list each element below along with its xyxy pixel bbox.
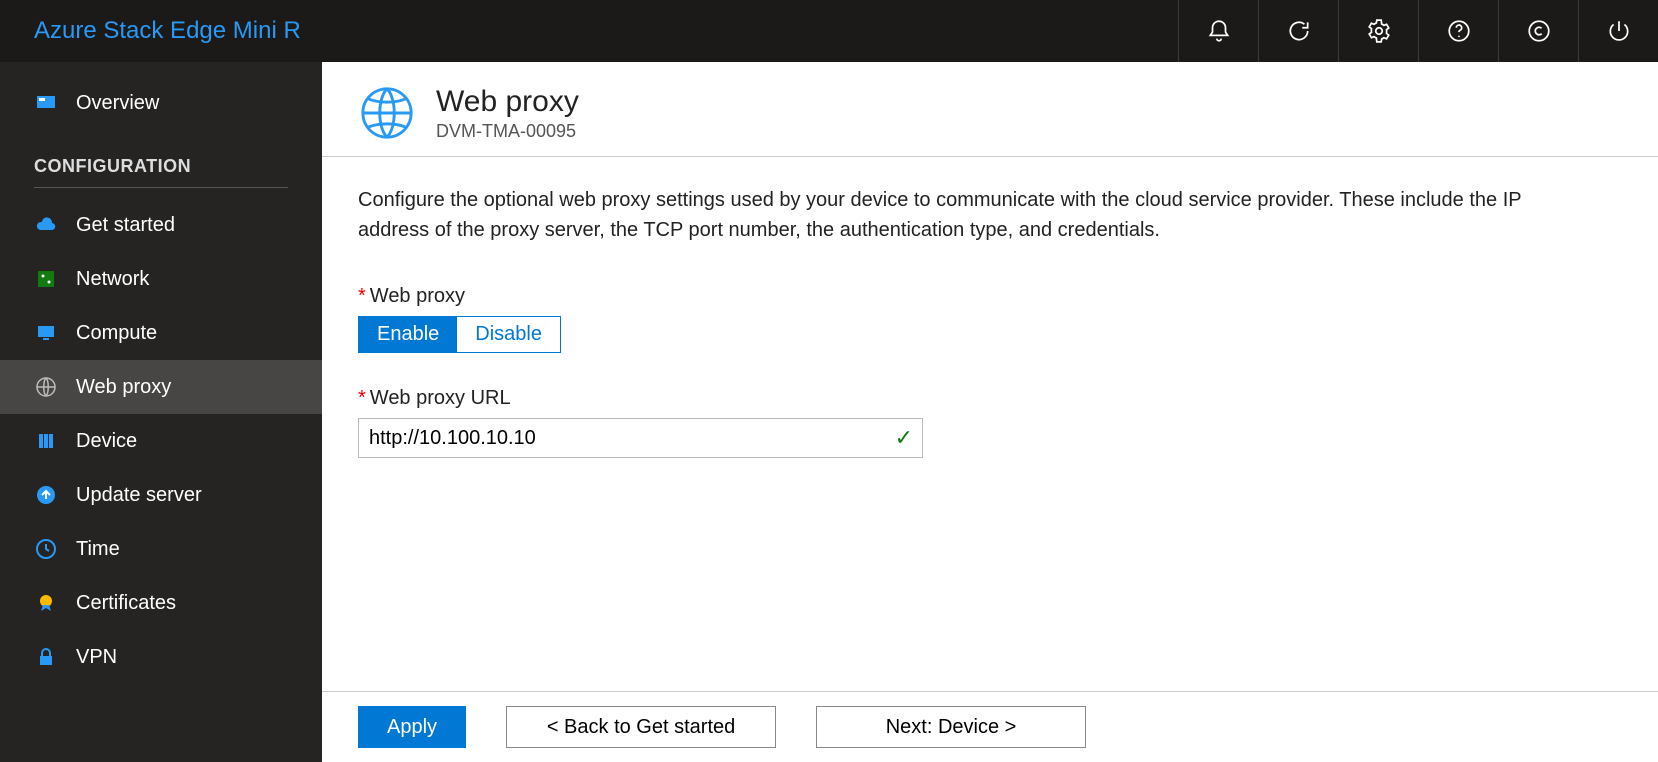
- compute-icon: [34, 321, 76, 345]
- sidebar-item-label: Get started: [76, 214, 175, 237]
- page-description: Configure the optional web proxy setting…: [358, 185, 1588, 245]
- sidebar-item-time[interactable]: Time: [0, 522, 322, 576]
- sidebar-item-web-proxy[interactable]: Web proxy: [0, 360, 322, 414]
- sidebar-item-label: Certificates: [76, 592, 176, 615]
- sidebar-item-label: Network: [76, 268, 149, 291]
- sidebar-divider: [34, 187, 288, 188]
- required-asterisk: *: [358, 285, 366, 307]
- cloud-icon: [34, 213, 76, 237]
- certificates-icon: [34, 591, 76, 615]
- sidebar-item-label: Compute: [76, 322, 157, 345]
- sidebar-section-configuration: CONFIGURATION: [0, 130, 322, 187]
- main-panel: Web proxy DVM-TMA-00095 Configure the op…: [322, 62, 1658, 762]
- sidebar-item-label: VPN: [76, 646, 117, 669]
- web-proxy-url-label: *Web proxy URL: [358, 387, 1622, 410]
- sidebar-item-vpn[interactable]: VPN: [0, 630, 322, 684]
- sidebar-item-overview[interactable]: Overview: [0, 76, 322, 130]
- sidebar-item-certificates[interactable]: Certificates: [0, 576, 322, 630]
- sidebar-item-network[interactable]: Network: [0, 252, 322, 306]
- footer-bar: Apply < Back to Get started Next: Device…: [322, 691, 1658, 762]
- overview-icon: [34, 91, 76, 115]
- device-icon: [34, 429, 76, 453]
- enable-button[interactable]: Enable: [359, 317, 457, 352]
- next-button[interactable]: Next: Device >: [816, 706, 1086, 748]
- settings-icon[interactable]: [1338, 0, 1418, 62]
- web-proxy-url-input[interactable]: [358, 418, 923, 458]
- apply-button[interactable]: Apply: [358, 706, 466, 748]
- valid-checkmark-icon: ✓: [895, 425, 913, 451]
- page-subtitle: DVM-TMA-00095: [436, 121, 579, 142]
- sidebar-item-update-server[interactable]: Update server: [0, 468, 322, 522]
- sidebar-item-label: Time: [76, 538, 120, 561]
- refresh-icon[interactable]: [1258, 0, 1338, 62]
- brand-title: Azure Stack Edge Mini R: [34, 17, 301, 45]
- web-proxy-label: *Web proxy: [358, 285, 1622, 308]
- page-header: Web proxy DVM-TMA-00095: [322, 62, 1658, 157]
- sidebar-item-label: Overview: [76, 92, 159, 115]
- update-icon: [34, 483, 76, 507]
- page-title: Web proxy: [436, 85, 579, 119]
- sidebar-item-device[interactable]: Device: [0, 414, 322, 468]
- required-asterisk: *: [358, 387, 366, 409]
- help-icon[interactable]: [1418, 0, 1498, 62]
- sidebar: Overview CONFIGURATION Get started Netwo…: [0, 62, 322, 762]
- sidebar-item-get-started[interactable]: Get started: [0, 198, 322, 252]
- sidebar-item-label: Web proxy: [76, 376, 171, 399]
- topbar-icons: [1178, 0, 1658, 62]
- lock-icon: [34, 645, 76, 669]
- back-button[interactable]: < Back to Get started: [506, 706, 776, 748]
- web-proxy-toggle: Enable Disable: [358, 316, 561, 353]
- notifications-icon[interactable]: [1178, 0, 1258, 62]
- copyright-icon[interactable]: [1498, 0, 1578, 62]
- sidebar-item-label: Device: [76, 430, 137, 453]
- sidebar-item-compute[interactable]: Compute: [0, 306, 322, 360]
- sidebar-item-label: Update server: [76, 484, 202, 507]
- globe-icon: [34, 375, 76, 399]
- clock-icon: [34, 537, 76, 561]
- disable-button[interactable]: Disable: [457, 317, 560, 352]
- globe-icon: [358, 84, 416, 142]
- network-icon: [34, 267, 76, 291]
- power-icon[interactable]: [1578, 0, 1658, 62]
